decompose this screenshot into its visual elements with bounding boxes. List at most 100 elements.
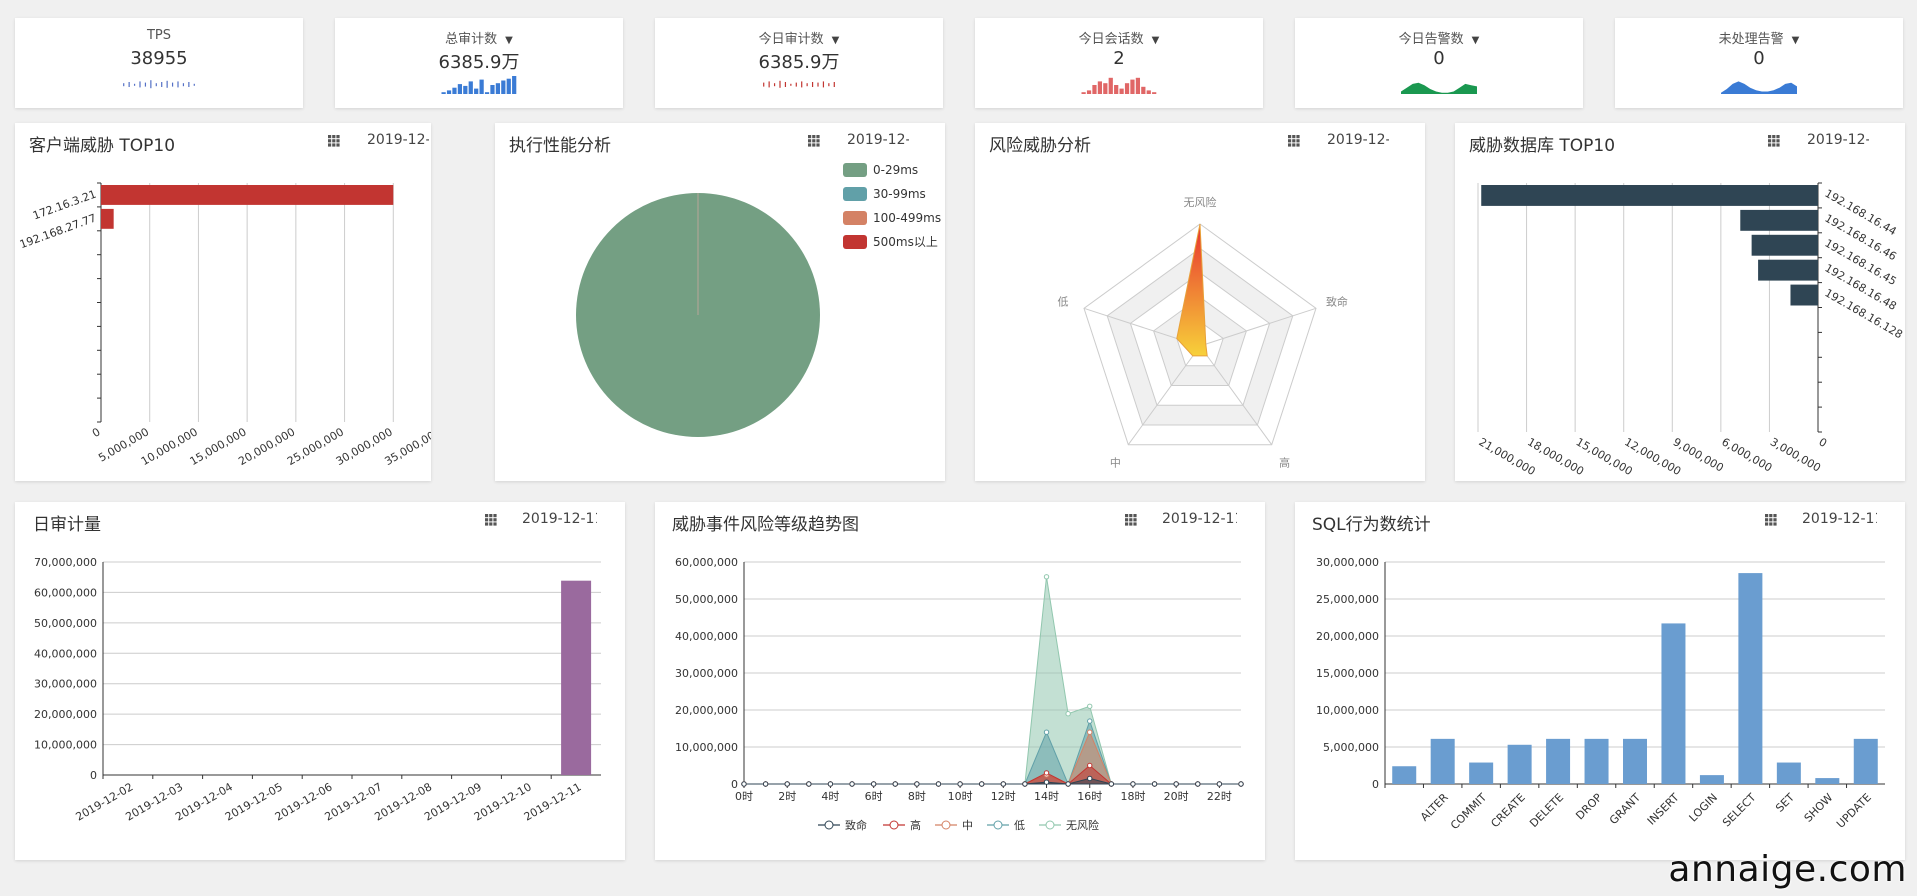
bar: [1623, 738, 1647, 784]
bar: [1758, 259, 1818, 281]
stat-value: 2: [1113, 48, 1125, 69]
data-point: [1087, 729, 1093, 735]
panel-daily: 日审计量 2019-12-11 0 10,000,000 20,000,000 30,…: [15, 502, 625, 860]
bar: [1815, 778, 1840, 784]
legend-marker: [1045, 820, 1055, 830]
dropdown-arrow-icon[interactable]: ▼: [1472, 35, 1480, 46]
y-tick-label: 10,000,000: [34, 739, 97, 752]
sparkline: [123, 80, 195, 89]
data-point: [1238, 781, 1244, 787]
bar: [1738, 573, 1763, 784]
y-tick-label: 25,000,000: [1316, 593, 1379, 606]
y-tick-label: 60,000,000: [675, 556, 738, 569]
stat-card-tps: TPS 38955: [15, 18, 303, 108]
bar: [1584, 738, 1609, 784]
x-tick-label: SET: [1773, 791, 1797, 815]
y-tick-label: 20,000,000: [1316, 630, 1379, 643]
x-tick-label: GRANT: [1607, 791, 1643, 827]
spark-bar: [495, 83, 501, 94]
y-tick-label: 70,000,000: [34, 556, 97, 569]
data-point: [1130, 781, 1136, 787]
bar: [1740, 209, 1818, 231]
x-tick-label: DELETE: [1527, 791, 1566, 830]
bar: [1853, 738, 1878, 784]
panel-risk: 风险威胁分析 2019-12-11 无风险致命高中低: [975, 123, 1425, 481]
x-tick-label: 22时: [1207, 790, 1232, 803]
data-point: [849, 781, 855, 787]
series-area: [744, 730, 1241, 785]
stat-label[interactable]: 今日审计数 ▼: [655, 28, 943, 47]
legend-label: 中: [962, 819, 973, 832]
data-point: [1000, 781, 1007, 787]
stat-value: 0: [1753, 48, 1765, 69]
dropdown-arrow-icon[interactable]: ▼: [1152, 35, 1160, 46]
spark-bar: [1092, 85, 1097, 94]
stat-card-total-audit: 总审计数 ▼ 6385.9万: [335, 18, 623, 108]
x-tick-label: COMMIT: [1448, 791, 1489, 832]
spark-bar: [468, 81, 473, 94]
spark-bar: [446, 90, 452, 94]
x-tick-label: 12时: [991, 790, 1016, 803]
legend-swatch: [843, 163, 867, 177]
legend-label: 低: [1014, 819, 1025, 832]
y-tick-label: 30,000,000: [675, 667, 738, 680]
data-point: [1022, 781, 1028, 787]
data-point: [1087, 775, 1093, 782]
radar-indicator-label: 高: [1279, 455, 1290, 469]
panel-client-top10: 客户端威胁 TOP10 2019-12-11 05,000,00010,000,…: [15, 123, 431, 481]
stat-label[interactable]: 未处理告警 ▼: [1615, 28, 1903, 47]
data-point: [1065, 711, 1071, 717]
bar: [101, 208, 114, 229]
bar: [1481, 185, 1818, 206]
radar-indicator-label: 低: [1058, 296, 1069, 309]
x-tick-label: 4时: [821, 790, 839, 803]
sparkline: [1081, 77, 1157, 94]
spark-bar: [1124, 83, 1130, 94]
legend-marker: [824, 820, 834, 830]
data-point: [1065, 781, 1071, 787]
spark-bar: [1141, 86, 1146, 94]
y-tick-label: 10,000,000: [675, 741, 738, 754]
stat-label[interactable]: 总审计数 ▼: [335, 28, 623, 47]
data-point: [1108, 781, 1115, 787]
data-point: [870, 781, 877, 787]
legend-label: 致命: [845, 818, 867, 832]
dropdown-arrow-icon[interactable]: ▼: [1792, 35, 1800, 46]
y-tick-label: 5,000,000: [1323, 741, 1379, 754]
spark-bar: [457, 84, 463, 94]
bar: [101, 185, 394, 205]
stat-value: 6385.9万: [438, 52, 520, 73]
dropdown-arrow-icon[interactable]: ▼: [832, 35, 840, 46]
x-tick-label: 8时: [908, 790, 926, 803]
data-point: [1043, 729, 1050, 735]
dropdown-arrow-icon[interactable]: ▼: [505, 35, 513, 46]
data-point: [1087, 762, 1093, 769]
watermark: annaige.com: [1668, 849, 1907, 890]
spark-bar: [479, 79, 484, 94]
y-tick-label: 10,000,000: [1316, 704, 1379, 717]
data-point: [935, 781, 942, 787]
stat-label[interactable]: 今日告警数 ▼: [1295, 28, 1583, 47]
y-tick-label: 30,000,000: [1316, 556, 1379, 569]
x-tick-label: DROP: [1573, 791, 1605, 823]
series-area: [744, 719, 1241, 786]
sparkline: [763, 80, 835, 88]
panel-db-top10: 威胁数据库 TOP10 2019-12-11 03,000,0006,000,0…: [1455, 123, 1905, 481]
x-tick-label: SELECT: [1720, 791, 1759, 830]
x-tick-label: SHOW: [1802, 791, 1836, 825]
y-tick-label: 20,000,000: [34, 708, 97, 721]
spark-bar: [1152, 92, 1157, 94]
y-tick-label: 50,000,000: [675, 593, 738, 606]
bar: [1776, 762, 1801, 784]
series-area: [744, 764, 1241, 785]
performance-pie-chart: 0-29ms 30-99ms 100-499ms 500ms以上: [576, 163, 941, 437]
stat-value: 0: [1433, 48, 1445, 69]
spark-bar: [1119, 88, 1124, 94]
sparkline: [1721, 81, 1797, 94]
legend-swatch: [843, 235, 867, 249]
series-area: [744, 777, 1241, 785]
x-tick-label: LOGIN: [1687, 791, 1721, 825]
spark-bar: [1097, 81, 1103, 94]
stat-label[interactable]: 今日会话数 ▼: [975, 28, 1263, 47]
stat-label: TPS: [146, 28, 172, 43]
